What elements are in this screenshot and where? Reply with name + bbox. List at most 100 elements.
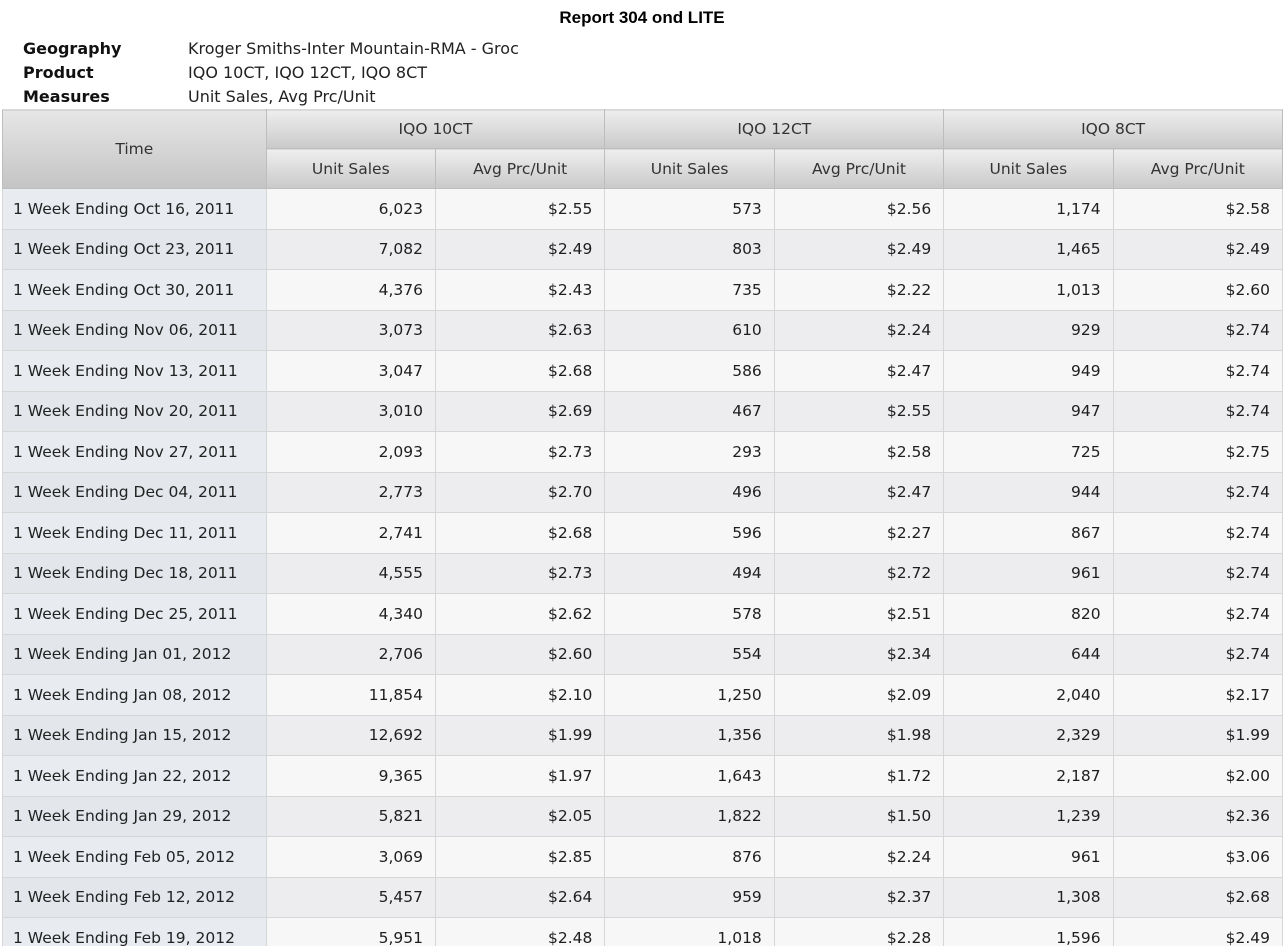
table-row: 1 Week Ending Oct 23, 2011 7,082 $2.49 803 $…: [2, 228, 1284, 270]
cell-unit-sales: 820: [943, 593, 1114, 635]
cell-avg-prc-unit: $2.62: [434, 593, 606, 635]
cell-unit-sales: 2,706: [265, 633, 437, 675]
cell-time: 1 Week Ending Dec 18, 2011: [2, 552, 267, 594]
table-row: 1 Week Ending Feb 05, 2012 3,069 $2.85 876 $…: [2, 836, 1284, 878]
column-header-avg-prc-unit[interactable]: Avg Prc/Unit: [773, 148, 945, 189]
table-row: 1 Week Ending Jan 29, 2012 5,821 $2.05 1,82…: [2, 795, 1284, 837]
group-header-iqo-8ct[interactable]: IQO 8CT: [943, 109, 1283, 149]
table-row: 1 Week Ending Nov 20, 2011 3,010 $2.69 467 $…: [2, 390, 1284, 432]
cell-avg-prc-unit: $1.50: [773, 795, 945, 837]
cell-unit-sales: 961: [943, 552, 1114, 594]
column-header-unit-sales[interactable]: Unit Sales: [265, 148, 437, 189]
cell-avg-prc-unit: $2.22: [773, 269, 945, 311]
cell-unit-sales: 2,040: [943, 674, 1114, 716]
cell-unit-sales: 961: [943, 836, 1114, 878]
cell-avg-prc-unit: $2.47: [773, 350, 945, 392]
cell-unit-sales: 573: [604, 188, 775, 230]
cell-unit-sales: 1,356: [604, 714, 775, 756]
cell-avg-prc-unit: $2.49: [434, 228, 606, 270]
group-header-iqo-10ct[interactable]: IQO 10CT: [265, 109, 606, 149]
report-title: Report 304 ond LITE: [559, 8, 725, 27]
cell-avg-prc-unit: $2.56: [773, 188, 945, 230]
cell-unit-sales: 3,047: [265, 350, 437, 392]
cell-avg-prc-unit: $2.69: [434, 390, 606, 432]
cell-unit-sales: 1,239: [943, 795, 1114, 837]
cell-unit-sales: 944: [943, 471, 1114, 513]
cell-avg-prc-unit: $2.73: [434, 552, 606, 594]
meta-row-measures: Measures Unit Sales, Avg Prc/Unit: [23, 85, 519, 109]
cell-avg-prc-unit: $2.05: [434, 795, 606, 837]
cell-unit-sales: 735: [604, 269, 775, 311]
cell-unit-sales: 959: [604, 876, 775, 918]
cell-unit-sales: 947: [943, 390, 1114, 432]
cell-avg-prc-unit: $2.48: [434, 917, 606, 946]
meta-value: Kroger Smiths-Inter Mountain-RMA - Groc: [188, 39, 519, 58]
meta-value: Unit Sales, Avg Prc/Unit: [188, 87, 376, 106]
cell-unit-sales: 3,073: [265, 309, 437, 351]
cell-unit-sales: 1,822: [604, 795, 775, 837]
cell-avg-prc-unit: $2.09: [773, 674, 945, 716]
table-row: 1 Week Ending Dec 18, 2011 4,555 $2.73 494 $…: [2, 552, 1284, 594]
cell-time: 1 Week Ending Nov 13, 2011: [2, 350, 267, 392]
cell-unit-sales: 725: [943, 431, 1114, 473]
column-header-avg-prc-unit[interactable]: Avg Prc/Unit: [1112, 148, 1284, 189]
column-header-unit-sales[interactable]: Unit Sales: [943, 148, 1114, 189]
cell-unit-sales: 929: [943, 309, 1114, 351]
cell-unit-sales: 586: [604, 350, 775, 392]
cell-avg-prc-unit: $2.74: [1112, 633, 1284, 675]
cell-time: 1 Week Ending Feb 05, 2012: [2, 836, 267, 878]
cell-avg-prc-unit: $2.74: [1112, 512, 1284, 554]
cell-unit-sales: 4,340: [265, 593, 437, 635]
column-header-unit-sales[interactable]: Unit Sales: [604, 148, 775, 189]
data-grid: Time IQO 10CT IQO 12CT IQO 8CT Unit Sale…: [2, 109, 1284, 946]
cell-time: 1 Week Ending Feb 12, 2012: [2, 876, 267, 918]
cell-unit-sales: 494: [604, 552, 775, 594]
cell-avg-prc-unit: $2.74: [1112, 593, 1284, 635]
cell-avg-prc-unit: $2.64: [434, 876, 606, 918]
cell-avg-prc-unit: $1.99: [1112, 714, 1284, 756]
group-header-iqo-12ct[interactable]: IQO 12CT: [604, 109, 945, 149]
cell-avg-prc-unit: $2.73: [434, 431, 606, 473]
meta-row-geography: Geography Kroger Smiths-Inter Mountain-R…: [23, 37, 519, 61]
table-row: 1 Week Ending Dec 11, 2011 2,741 $2.68 596 $…: [2, 512, 1284, 554]
cell-unit-sales: 803: [604, 228, 775, 270]
cell-time: 1 Week Ending Dec 11, 2011: [2, 512, 267, 554]
cell-time: 1 Week Ending Dec 04, 2011: [2, 471, 267, 513]
cell-unit-sales: 554: [604, 633, 775, 675]
cell-unit-sales: 867: [943, 512, 1114, 554]
cell-unit-sales: 644: [943, 633, 1114, 675]
cell-avg-prc-unit: $2.24: [773, 309, 945, 351]
cell-avg-prc-unit: $2.10: [434, 674, 606, 716]
cell-unit-sales: 5,457: [265, 876, 437, 918]
cell-unit-sales: 293: [604, 431, 775, 473]
cell-unit-sales: 610: [604, 309, 775, 351]
cell-time: 1 Week Ending Jan 01, 2012: [2, 633, 267, 675]
cell-unit-sales: 1,643: [604, 755, 775, 797]
column-header-avg-prc-unit[interactable]: Avg Prc/Unit: [434, 148, 606, 189]
cell-avg-prc-unit: $2.28: [773, 917, 945, 946]
column-header-time[interactable]: Time: [2, 109, 267, 189]
cell-unit-sales: 12,692: [265, 714, 437, 756]
cell-avg-prc-unit: $2.68: [434, 350, 606, 392]
cell-avg-prc-unit: $2.74: [1112, 552, 1284, 594]
cell-unit-sales: 9,365: [265, 755, 437, 797]
cell-avg-prc-unit: $2.27: [773, 512, 945, 554]
cell-time: 1 Week Ending Nov 06, 2011: [2, 309, 267, 351]
cell-avg-prc-unit: $1.99: [434, 714, 606, 756]
cell-avg-prc-unit: $2.68: [434, 512, 606, 554]
cell-avg-prc-unit: $2.70: [434, 471, 606, 513]
cell-avg-prc-unit: $2.60: [1112, 269, 1284, 311]
table-row: 1 Week Ending Jan 22, 2012 9,365 $1.97 1,64…: [2, 755, 1284, 797]
cell-avg-prc-unit: $2.49: [773, 228, 945, 270]
cell-unit-sales: 1,174: [943, 188, 1114, 230]
table-row: 1 Week Ending Dec 04, 2011 2,773 $2.70 496 $…: [2, 471, 1284, 513]
cell-avg-prc-unit: $2.51: [773, 593, 945, 635]
table-row: 1 Week Ending Nov 06, 2011 3,073 $2.63 610 $…: [2, 309, 1284, 351]
data-grid-body: 1 Week Ending Oct 16, 2011 6,023 $2.55 573 $…: [2, 188, 1284, 946]
cell-avg-prc-unit: $1.72: [773, 755, 945, 797]
cell-unit-sales: 2,773: [265, 471, 437, 513]
cell-avg-prc-unit: $2.60: [434, 633, 606, 675]
cell-avg-prc-unit: $2.74: [1112, 309, 1284, 351]
cell-unit-sales: 2,093: [265, 431, 437, 473]
cell-unit-sales: 496: [604, 471, 775, 513]
